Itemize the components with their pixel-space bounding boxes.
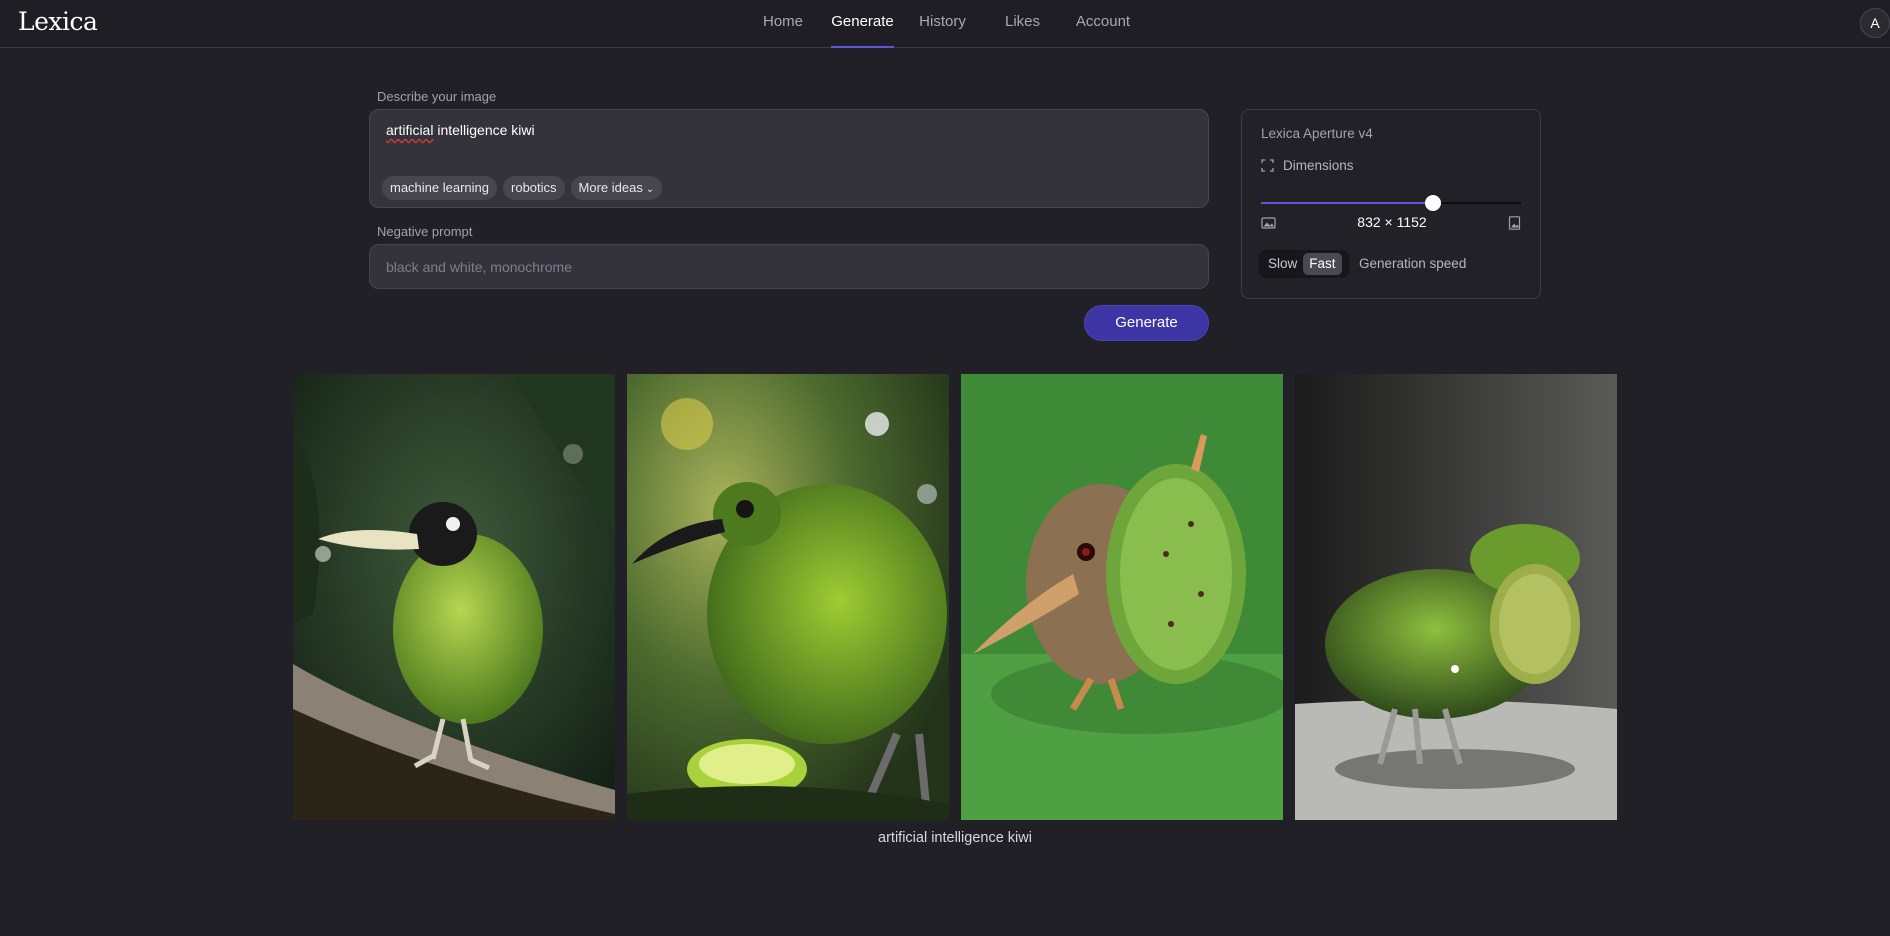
prompt-label: Describe your image [377,89,497,104]
speed-fast-option[interactable]: Fast [1303,253,1342,275]
generate-button[interactable]: Generate [1084,305,1209,341]
generated-image-1[interactable] [293,374,615,820]
suggestion-chip-robotics[interactable]: robotics [503,176,565,200]
prompt-suggestions: machine learning robotics More ideas ⌄ [382,176,663,200]
nav-generate[interactable]: Generate [831,0,894,48]
suggestion-chip-machine-learning[interactable]: machine learning [382,176,498,200]
expand-icon [1261,159,1274,172]
portrait-image-icon [1508,216,1521,230]
model-name[interactable]: Lexica Aperture v4 [1261,126,1373,141]
main-nav: Home Generate History Likes Account [0,0,1890,48]
dimensions-header: Dimensions [1261,158,1354,173]
negative-prompt-label: Negative prompt [377,224,473,239]
misspelled-word: artificial [386,122,434,138]
slider-fill [1261,202,1433,204]
more-ideas-button[interactable]: More ideas ⌄ [570,176,663,200]
dimensions-value: 832 × 1152 [1357,214,1427,230]
top-navbar: Lexica Home Generate History Likes Accou… [0,0,1890,48]
generated-image-2[interactable] [627,374,949,820]
gallery-caption: artificial intelligence kiwi [878,830,1032,846]
generated-image-3[interactable] [961,374,1283,820]
chevron-down-icon: ⌄ [645,184,655,195]
negative-prompt-field [369,244,1209,289]
generated-images-gallery [293,374,1618,820]
dimensions-slider[interactable] [1261,195,1521,211]
robot-kiwi-image [1295,374,1617,820]
prompt-value-rest: intelligence kiwi [433,122,535,138]
slider-thumb[interactable] [1424,195,1441,211]
generation-settings-panel: Lexica Aperture v4 Dimensions 832 × 1152… [1241,109,1541,299]
prompt-value: artificial intelligence kiwi [386,122,535,138]
speed-toggle: Slow Fast [1259,250,1349,278]
user-avatar[interactable]: A [1860,8,1890,38]
kiwi-fruit-image [627,374,949,820]
dimensions-label: Dimensions [1283,158,1354,173]
nav-likes[interactable]: Likes [1004,0,1041,48]
prompt-textarea[interactable]: artificial intelligence kiwi machine lea… [369,109,1209,208]
speed-slow-option[interactable]: Slow [1262,253,1303,275]
kiwi-branch-image [293,374,615,820]
kiwi-halffruit-image [961,374,1283,820]
nav-account[interactable]: Account [1075,0,1131,48]
negative-prompt-input[interactable] [386,245,1186,288]
more-ideas-label: More ideas [578,180,643,195]
generation-speed-label: Generation speed [1359,256,1467,271]
generated-image-4[interactable] [1295,374,1617,820]
nav-history[interactable]: History [917,0,968,48]
nav-home[interactable]: Home [763,0,803,48]
